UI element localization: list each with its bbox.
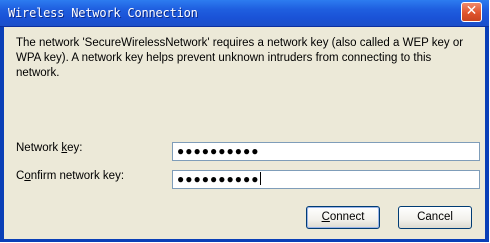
confirm-key-label: Confirm network key: [16,170,125,182]
text-caret [260,172,262,185]
network-key-field[interactable]: ●●●●●●●●●● [172,142,480,161]
confirm-key-field[interactable]: ●●●●●●●●●● [172,170,480,189]
title-bar[interactable]: Wireless Network Connection ✕ [0,0,489,27]
network-key-value: ●●●●●●●●●● [177,144,260,158]
dialog-window: Wireless Network Connection ✕ The networ… [0,0,489,242]
message-text: The network 'SecureWirelessNetwork' requ… [16,37,464,79]
confirm-key-value: ●●●●●●●●●● [177,172,260,186]
close-button[interactable]: ✕ [461,2,482,22]
network-key-label: Network key: [16,142,83,154]
close-icon: ✕ [465,3,478,19]
connect-button[interactable]: Connect [306,206,380,229]
cancel-button[interactable]: Cancel [398,206,472,229]
window-title: Wireless Network Connection [8,6,198,20]
